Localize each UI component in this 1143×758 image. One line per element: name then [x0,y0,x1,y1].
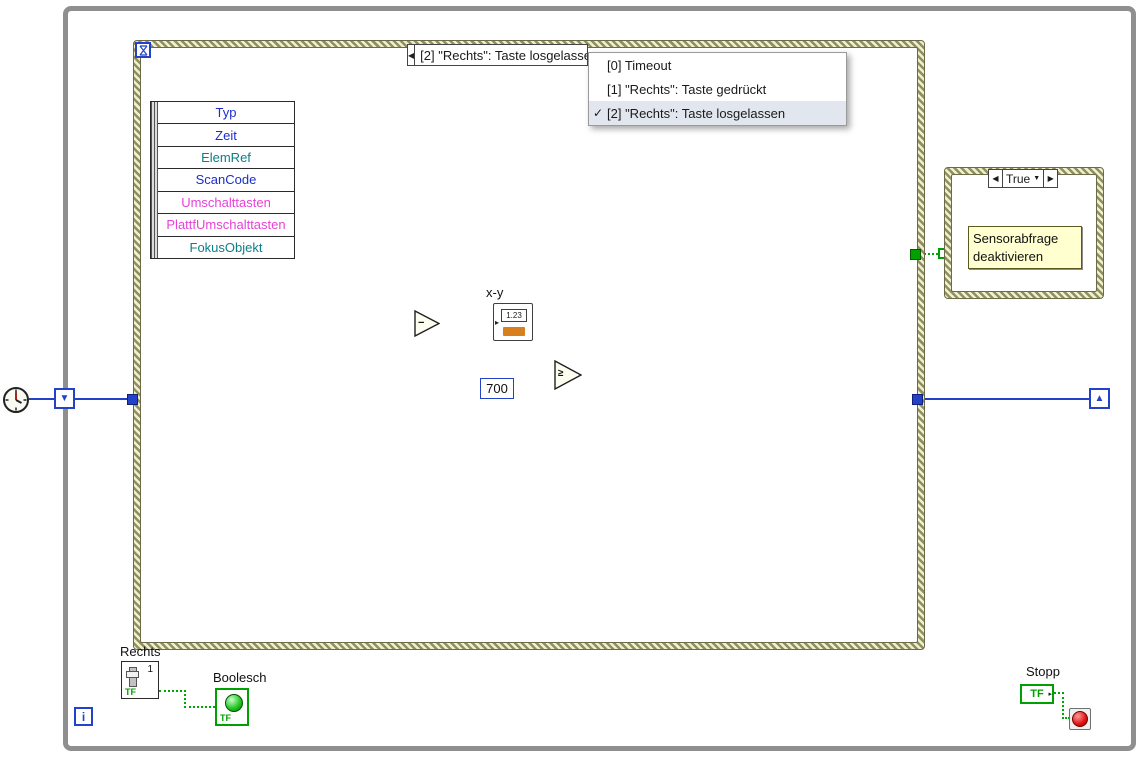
stopp-label: Stopp [1026,664,1060,679]
event-case-menu: [0] Timeout [1] "Rechts": Taste gedrückt… [588,52,847,126]
rechts-label: Rechts [120,644,161,659]
rechts-tf-tag: TF [125,687,136,697]
indicator-input-arrow-icon: ▸ [495,318,500,327]
menu-item-taste-gedrueckt[interactable]: [1] "Rechts": Taste gedrückt [589,77,846,101]
free-label-note: Sensorabfrage deaktivieren [968,226,1082,270]
wait-ms-clock-icon[interactable] [2,386,30,414]
terminal-output-arrow-icon: ▸ [1048,691,1052,698]
boolesch-tf-tag: TF [220,713,231,723]
subtract-function[interactable]: − [414,309,441,338]
event-field-elemref[interactable]: ElemRef [158,147,294,170]
event-field-fokusobjekt[interactable]: FokusObjekt [158,237,294,258]
shift-register-down-icon: ▼ [59,393,70,404]
event-data-node[interactable]: Typ Zeit ElemRef ScanCode Umschalttasten… [150,101,295,259]
xy-numeric-indicator[interactable]: ▸ 1.23 [493,303,533,341]
loop-condition-terminal[interactable] [1069,708,1091,730]
event-field-zeit[interactable]: Zeit [158,124,294,147]
event-selector-label: [2] "Rechts": Taste losgelassen [420,47,588,63]
greater-equal-glyph: ≥ [558,368,564,379]
wire-tunnel-to-shift-register-right [923,398,1090,400]
tunnel-event-left[interactable] [127,394,138,405]
loop-iteration-terminal[interactable]: i [74,707,93,726]
event-selector-tab[interactable]: ◀ [2] "Rechts": Taste losgelassen [407,44,588,66]
shift-register-right[interactable]: ▲ [1089,388,1110,409]
stop-button-icon [1072,711,1088,727]
slider-knob-icon [126,671,139,678]
event-field-typ[interactable]: Typ [158,102,294,125]
event-prev-case-icon[interactable]: ◀ [408,45,416,65]
event-timeout-terminal[interactable] [135,42,151,58]
iteration-label: i [81,709,86,724]
case-prev-icon[interactable]: ◀ [989,170,1002,187]
menu-item-label: [2] "Rechts": Taste losgelassen [607,105,786,121]
rechts-boolean-control[interactable]: 1 TF [121,661,159,699]
xy-indicator-value: 1.23 [501,309,527,322]
menu-item-timeout[interactable]: [0] Timeout [589,53,846,77]
stopp-tf-tag: TF [1030,688,1044,700]
xy-type-tag [503,327,525,336]
menu-item-label: [1] "Rechts": Taste gedrückt [607,81,767,97]
rechts-digit: 1 [147,664,153,675]
numeric-constant-700[interactable]: 700 [480,378,514,399]
menu-item-taste-losgelassen[interactable]: ✓ [2] "Rechts": Taste losgelassen [589,101,846,125]
boolesch-label: Boolesch [213,670,267,685]
boolesch-indicator[interactable]: TF [215,688,249,726]
check-icon: ✓ [592,106,604,120]
wire-clock-to-shift-register [29,398,56,400]
menu-item-label: [0] Timeout [607,57,672,73]
shift-register-left[interactable]: ▼ [54,388,75,409]
greater-equal-function[interactable]: ≥ [554,359,583,391]
stopp-boolean-terminal[interactable]: TF ▸ [1020,684,1054,704]
block-diagram-canvas: ▼ ▲ ◀ [2] "Rechts": Taste losgelassen [0… [0,0,1143,758]
event-field-scancode[interactable]: ScanCode [158,169,294,192]
case-next-icon[interactable]: ▶ [1044,170,1057,187]
wire-shift-register-to-tunnel [73,398,129,400]
event-data-node-spine [151,102,158,258]
wire-to-boolesch [184,706,215,708]
xy-indicator-label: x-y [486,285,504,300]
led-icon [225,694,243,712]
hourglass-icon [139,44,147,56]
subtract-glyph: − [418,317,425,329]
wire-rechts-out [159,690,186,692]
event-field-umschalttasten[interactable]: Umschalttasten [158,192,294,215]
case-selector-tab[interactable]: ◀ True ▼ ▶ [988,169,1059,188]
case-selector-value: True [1006,171,1031,186]
tunnel-event-boolean-out[interactable] [910,249,921,260]
shift-register-up-icon: ▲ [1094,393,1105,404]
wire-stopp-vertical [1062,692,1064,719]
tunnel-event-right[interactable] [912,394,923,405]
event-field-plattfumschalttasten[interactable]: PlattfUmschalttasten [158,214,294,237]
case-dropdown-icon[interactable]: ▼ [1033,175,1040,182]
